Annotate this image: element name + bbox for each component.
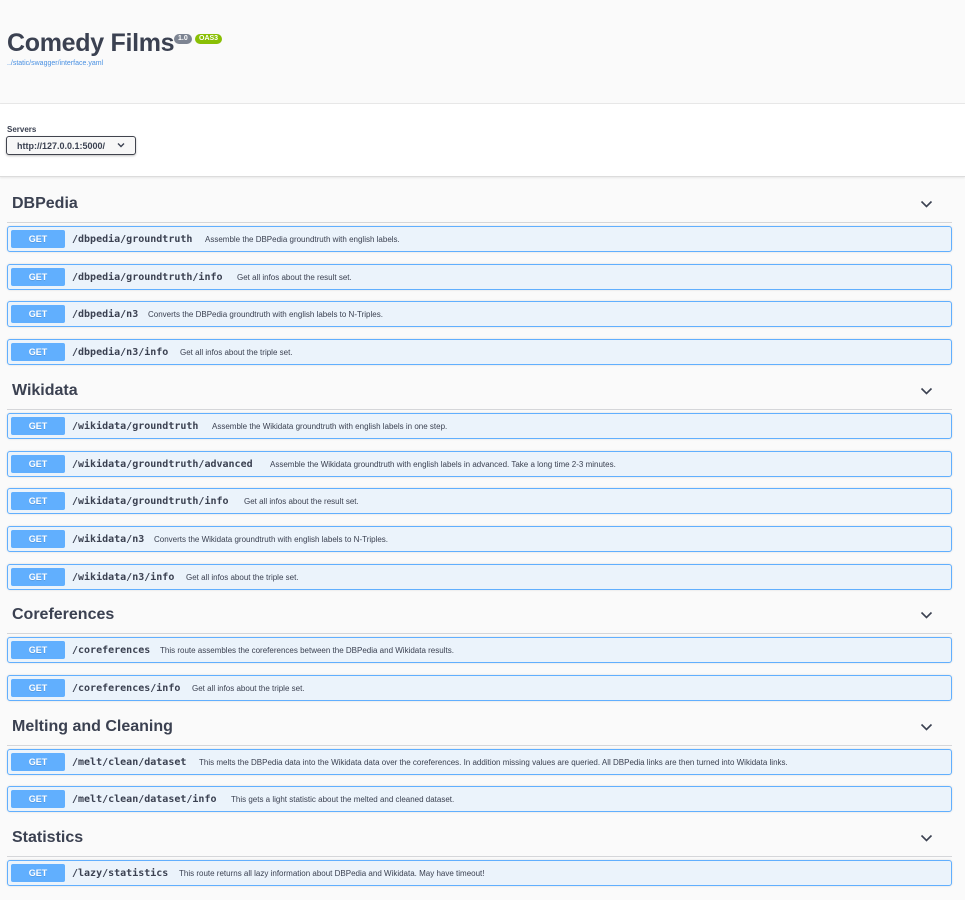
operation-wikidata-groundtruth[interactable]: GET /wikidata/groundtruth Assemble the W… bbox=[7, 413, 952, 439]
operation-summary: This route returns all lazy information … bbox=[179, 869, 485, 878]
operation-dbpedia-n3[interactable]: GET /dbpedia/n3 Converts the DBPedia gro… bbox=[7, 301, 952, 327]
operation-coreferences[interactable]: GET /coreferences This route assembles t… bbox=[7, 637, 952, 663]
section-title: Melting and Cleaning bbox=[12, 718, 173, 735]
operation-summary: Converts the Wikidata groundtruth with e… bbox=[154, 535, 389, 544]
method-badge-get: GET bbox=[11, 530, 65, 548]
servers-label: Servers bbox=[7, 125, 37, 134]
spec-link[interactable]: ../static/swagger/interface.yaml bbox=[7, 60, 103, 67]
section-title: Coreferences bbox=[12, 606, 115, 623]
chevron-down-icon bbox=[920, 200, 933, 208]
operation-path: /coreferences/info bbox=[72, 683, 181, 694]
operation-path: /wikidata/n3 bbox=[72, 534, 145, 545]
chevron-down-icon bbox=[920, 723, 933, 731]
method-badge-get: GET bbox=[11, 864, 65, 882]
operation-path: /dbpedia/groundtruth/info bbox=[72, 272, 223, 283]
operation-melt-clean-dataset-info[interactable]: GET /melt/clean/dataset/info This gets a… bbox=[7, 786, 952, 812]
operation-path: /melt/clean/dataset bbox=[72, 757, 187, 768]
operation-coreferences-info[interactable]: GET /coreferences/info Get all infos abo… bbox=[7, 675, 952, 701]
method-badge-get: GET bbox=[11, 492, 65, 510]
operation-path: /wikidata/groundtruth/info bbox=[72, 496, 229, 507]
method-badge-get: GET bbox=[11, 343, 65, 361]
chevron-down-icon bbox=[117, 143, 125, 148]
section-title: DBPedia bbox=[12, 195, 78, 212]
operation-dbpedia-groundtruth[interactable]: GET /dbpedia/groundtruth Assemble the DB… bbox=[7, 226, 952, 252]
section-header-coreferences[interactable]: Coreferences bbox=[7, 597, 952, 634]
operation-summary: Assemble the Wikidata groundtruth with e… bbox=[270, 460, 616, 469]
method-badge-get: GET bbox=[11, 455, 65, 473]
operation-dbpedia-n3-info[interactable]: GET /dbpedia/n3/info Get all infos about… bbox=[7, 339, 952, 365]
operation-summary: This melts the DBPedia data into the Wik… bbox=[199, 758, 788, 767]
section-header-wikidata[interactable]: Wikidata bbox=[7, 373, 952, 410]
operation-path: /melt/clean/dataset/info bbox=[72, 794, 217, 805]
chevron-down-icon bbox=[920, 611, 933, 619]
servers-panel: Servers http://127.0.0.1:5000/ bbox=[0, 104, 965, 177]
method-badge-get: GET bbox=[11, 679, 65, 697]
operation-summary: Get all infos about the result set. bbox=[237, 273, 352, 282]
operation-path: /wikidata/groundtruth/advanced bbox=[72, 459, 253, 470]
method-badge-get: GET bbox=[11, 790, 65, 808]
chevron-down-icon bbox=[920, 834, 933, 842]
operation-summary: Get all infos about the result set. bbox=[244, 497, 359, 506]
page-title: Comedy Films bbox=[7, 29, 175, 57]
method-badge-get: GET bbox=[11, 641, 65, 659]
chevron-down-icon bbox=[920, 387, 933, 395]
server-select[interactable]: http://127.0.0.1:5000/ bbox=[6, 136, 136, 155]
section-header-dbpedia[interactable]: DBPedia bbox=[7, 186, 952, 223]
operation-wikidata-n3[interactable]: GET /wikidata/n3 Converts the Wikidata g… bbox=[7, 526, 952, 552]
operation-summary: Get all infos about the triple set. bbox=[192, 684, 305, 693]
oas-badge: OAS3 bbox=[195, 34, 223, 44]
method-badge-get: GET bbox=[11, 417, 65, 435]
method-badge-get: GET bbox=[11, 753, 65, 771]
operation-summary: Converts the DBPedia groundtruth with en… bbox=[148, 310, 383, 319]
operation-path: /dbpedia/n3 bbox=[72, 309, 139, 320]
operation-summary: Assemble the DBPedia groundtruth with en… bbox=[205, 235, 400, 244]
operation-melt-clean-dataset[interactable]: GET /melt/clean/dataset This melts the D… bbox=[7, 749, 952, 775]
operation-dbpedia-groundtruth-info[interactable]: GET /dbpedia/groundtruth/info Get all in… bbox=[7, 264, 952, 290]
server-select-value: http://127.0.0.1:5000/ bbox=[17, 141, 106, 151]
operation-path: /dbpedia/n3/info bbox=[72, 347, 169, 358]
operation-summary: Assemble the Wikidata groundtruth with e… bbox=[212, 422, 448, 431]
section-header-statistics[interactable]: Statistics bbox=[7, 820, 952, 857]
operation-summary: This route assembles the coreferences be… bbox=[160, 646, 454, 655]
operation-summary: Get all infos about the triple set. bbox=[186, 573, 299, 582]
operation-lazy-statistics[interactable]: GET /lazy/statistics This route returns … bbox=[7, 860, 952, 886]
method-badge-get: GET bbox=[11, 305, 65, 323]
operation-wikidata-groundtruth-info[interactable]: GET /wikidata/groundtruth/info Get all i… bbox=[7, 488, 952, 514]
operation-path: /coreferences bbox=[72, 645, 151, 656]
operation-path: /wikidata/groundtruth bbox=[72, 421, 199, 432]
operation-summary: Get all infos about the triple set. bbox=[180, 348, 293, 357]
version-badge: 1.0 bbox=[174, 34, 192, 44]
method-badge-get: GET bbox=[11, 230, 65, 248]
method-badge-get: GET bbox=[11, 268, 65, 286]
info-header: Comedy Films 1.0 OAS3 ../static/swagger/… bbox=[0, 0, 965, 104]
section-header-melting-and-cleaning[interactable]: Melting and Cleaning bbox=[7, 709, 952, 746]
section-title: Wikidata bbox=[12, 382, 78, 399]
operation-path: /dbpedia/groundtruth bbox=[72, 234, 193, 245]
operation-path: /wikidata/n3/info bbox=[72, 572, 175, 583]
method-badge-get: GET bbox=[11, 568, 65, 586]
operation-summary: This gets a light statistic about the me… bbox=[231, 795, 455, 804]
operation-wikidata-n3-info[interactable]: GET /wikidata/n3/info Get all infos abou… bbox=[7, 564, 952, 590]
operation-wikidata-groundtruth-advanced[interactable]: GET /wikidata/groundtruth/advanced Assem… bbox=[7, 451, 952, 477]
operation-path: /lazy/statistics bbox=[72, 868, 169, 879]
section-title: Statistics bbox=[12, 829, 84, 846]
